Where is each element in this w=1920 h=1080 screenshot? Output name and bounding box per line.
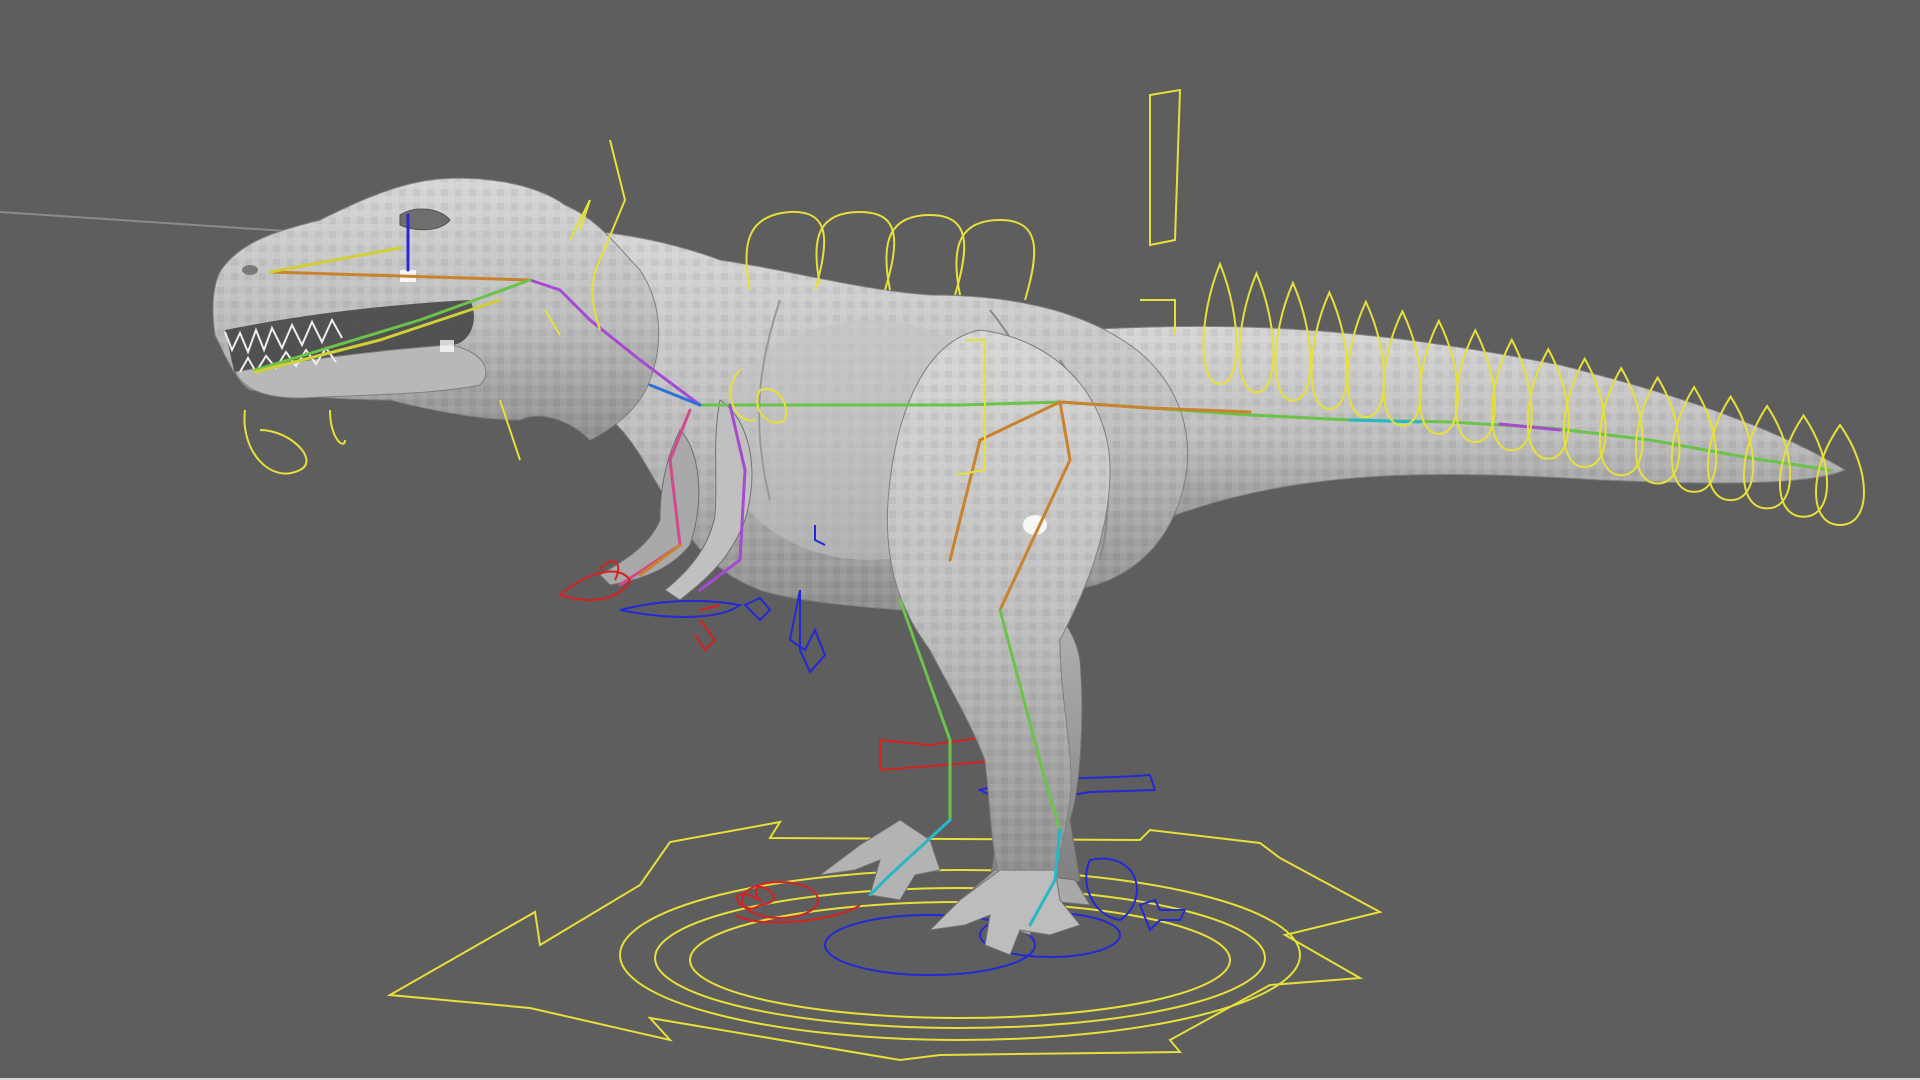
master-ring-outer[interactable] — [619, 869, 1301, 1041]
foot-roll-left[interactable] — [741, 881, 819, 919]
head-highlight-2 — [440, 340, 454, 352]
spine-control-2[interactable] — [815, 210, 896, 291]
tail-bone-cyan[interactable] — [1348, 418, 1422, 424]
guide-line — [0, 211, 301, 233]
spine-control-4[interactable] — [955, 218, 1036, 301]
spine-control-3[interactable] — [885, 213, 966, 296]
cog-control[interactable] — [1149, 88, 1182, 247]
finger-control-left[interactable] — [694, 604, 721, 652]
hand-ik-right[interactable] — [619, 599, 743, 618]
hand-arrow-right[interactable] — [743, 596, 772, 622]
head-neck-mesh[interactable] — [212, 177, 660, 441]
nostril — [242, 265, 258, 275]
tail-mesh[interactable] — [1069, 325, 1847, 535]
viewport-scene[interactable] — [0, 0, 1920, 1080]
3d-viewport[interactable] — [0, 0, 1920, 1080]
jaw-control[interactable] — [243, 409, 346, 475]
heel-ring-right[interactable] — [1085, 857, 1138, 922]
foot-ik-left[interactable] — [734, 885, 861, 924]
